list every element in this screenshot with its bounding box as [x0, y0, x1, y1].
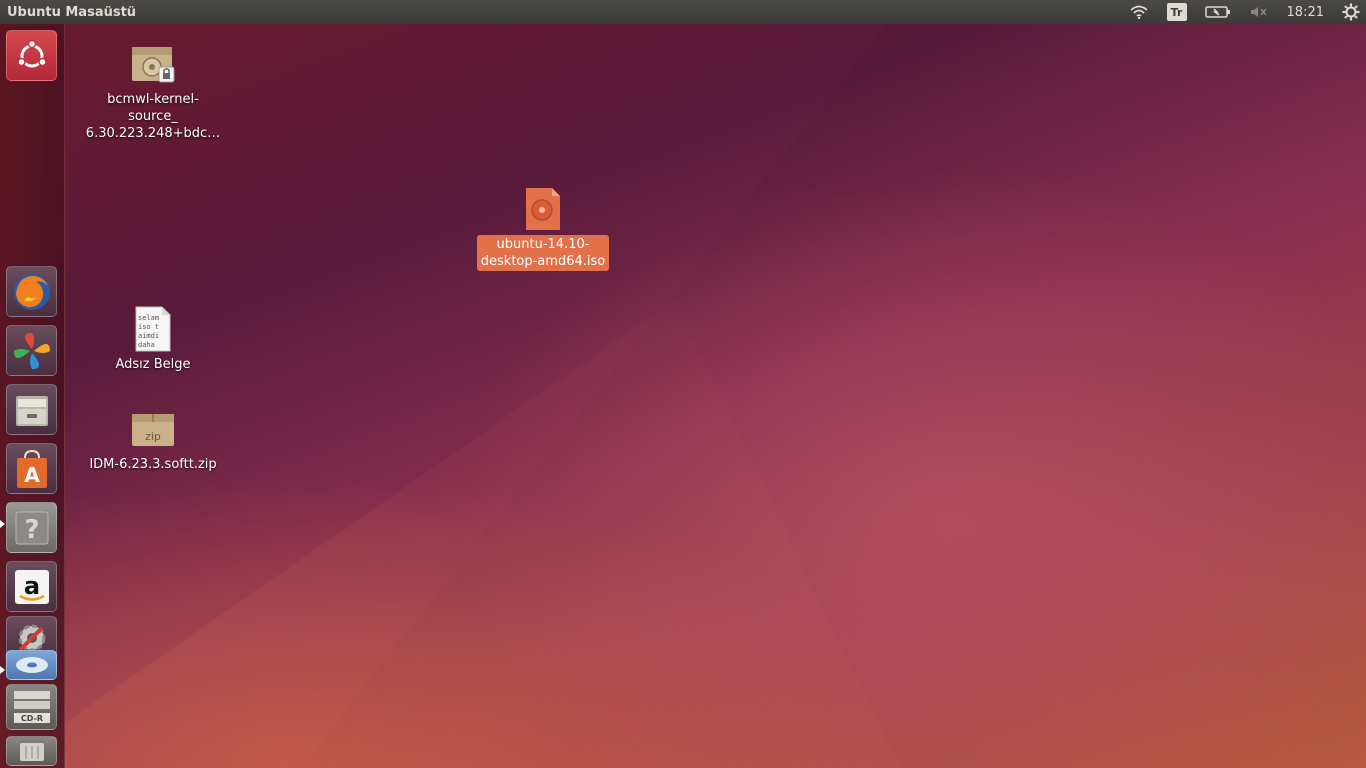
desktop-icon-label: bcmwl-kernel- source_ 6.30.223.248+bdc…	[82, 90, 224, 143]
svg-text:CD-R: CD-R	[20, 714, 42, 723]
desktop-icon-ubuntu-iso[interactable]: ubuntu-14.10- desktop-amd64.iso	[468, 185, 618, 271]
label-line: 6.30.223.248+bdc…	[85, 126, 221, 141]
cd-r-launcher-button[interactable]: CD-R	[6, 684, 57, 730]
volume-muted-icon[interactable]	[1249, 5, 1269, 19]
wifi-icon[interactable]	[1129, 5, 1149, 19]
disc-drive-launcher-button[interactable]	[6, 650, 57, 680]
text-document-icon: selamiso taimdidaha	[135, 306, 171, 352]
label-line: source_	[128, 109, 178, 124]
label-line: Adsız Belge	[115, 357, 191, 372]
label-line: ubuntu-14.10-	[496, 237, 590, 252]
top-panel: Ubuntu Masaüstü Tr 18:21	[0, 0, 1366, 24]
clock[interactable]: 18:21	[1287, 5, 1324, 20]
desktop-icon-idm-zip[interactable]: zip IDM-6.23.3.softt.zip	[78, 405, 228, 474]
label-line: IDM-6.23.3.softt.zip	[89, 457, 217, 472]
clover-app-launcher-button[interactable]	[6, 325, 57, 376]
active-indicator	[0, 520, 5, 528]
help-launcher-button[interactable]: ?	[6, 502, 57, 553]
desktop-icon-bcmwl-deb[interactable]: bcmwl-kernel- source_ 6.30.223.248+bdc…	[78, 40, 228, 143]
svg-text:aimdi: aimdi	[138, 332, 159, 340]
disc-drive-icon	[15, 657, 48, 673]
amazon-launcher-button[interactable]: a	[6, 561, 57, 612]
svg-text:A: A	[24, 463, 40, 487]
shopping-bag-icon: A	[16, 449, 47, 488]
zip-archive-icon: zip	[132, 414, 174, 446]
svg-text:iso t: iso t	[138, 323, 159, 331]
desktop-icon-adsiz-belge[interactable]: selam iso t aimdi daha Adsız Belge	[78, 305, 228, 374]
clover-app-icon	[13, 332, 50, 369]
keyboard-layout-indicator[interactable]: Tr	[1166, 3, 1187, 21]
indicator-area: Tr 18:21	[1120, 0, 1366, 24]
battery-icon[interactable]	[1204, 5, 1231, 19]
amazon-icon: a	[14, 569, 49, 604]
label-line: desktop-amd64.iso	[480, 254, 606, 269]
desktop-icon-label: ubuntu-14.10- desktop-amd64.iso	[476, 235, 610, 271]
window-title: Ubuntu Masaüstü	[7, 4, 137, 20]
desktop-icon-label: Adsız Belge	[111, 355, 194, 374]
trash-launcher-button[interactable]	[6, 736, 57, 766]
svg-text:zip: zip	[145, 430, 161, 443]
ubuntu-logo-icon	[16, 39, 47, 67]
svg-text:selam: selam	[138, 314, 159, 322]
disc-image-icon	[526, 188, 560, 230]
help-question-icon: ?	[15, 511, 48, 545]
cd-r-icon: CD-R	[13, 691, 50, 723]
svg-text:?: ?	[24, 515, 39, 545]
ubuntu-dash-button[interactable]	[6, 30, 57, 81]
launcher: A ? a CD-R	[0, 24, 65, 768]
session-gear-icon[interactable]	[1342, 3, 1360, 21]
label-line: bcmwl-kernel-	[107, 92, 199, 107]
software-center-launcher-button[interactable]: A	[6, 443, 57, 494]
svg-text:a: a	[23, 572, 39, 600]
active-indicator	[0, 666, 5, 674]
deb-package-locked-icon	[132, 47, 175, 83]
svg-text:daha: daha	[138, 341, 155, 349]
file-cabinet-icon	[15, 395, 48, 426]
keyboard-layout-icon: Tr	[1166, 3, 1187, 21]
firefox-icon	[13, 273, 50, 310]
desktop-icon-label: IDM-6.23.3.softt.zip	[85, 455, 220, 474]
trash-icon	[19, 743, 44, 761]
files-launcher-button[interactable]	[6, 384, 57, 435]
firefox-launcher-button[interactable]	[6, 266, 57, 317]
